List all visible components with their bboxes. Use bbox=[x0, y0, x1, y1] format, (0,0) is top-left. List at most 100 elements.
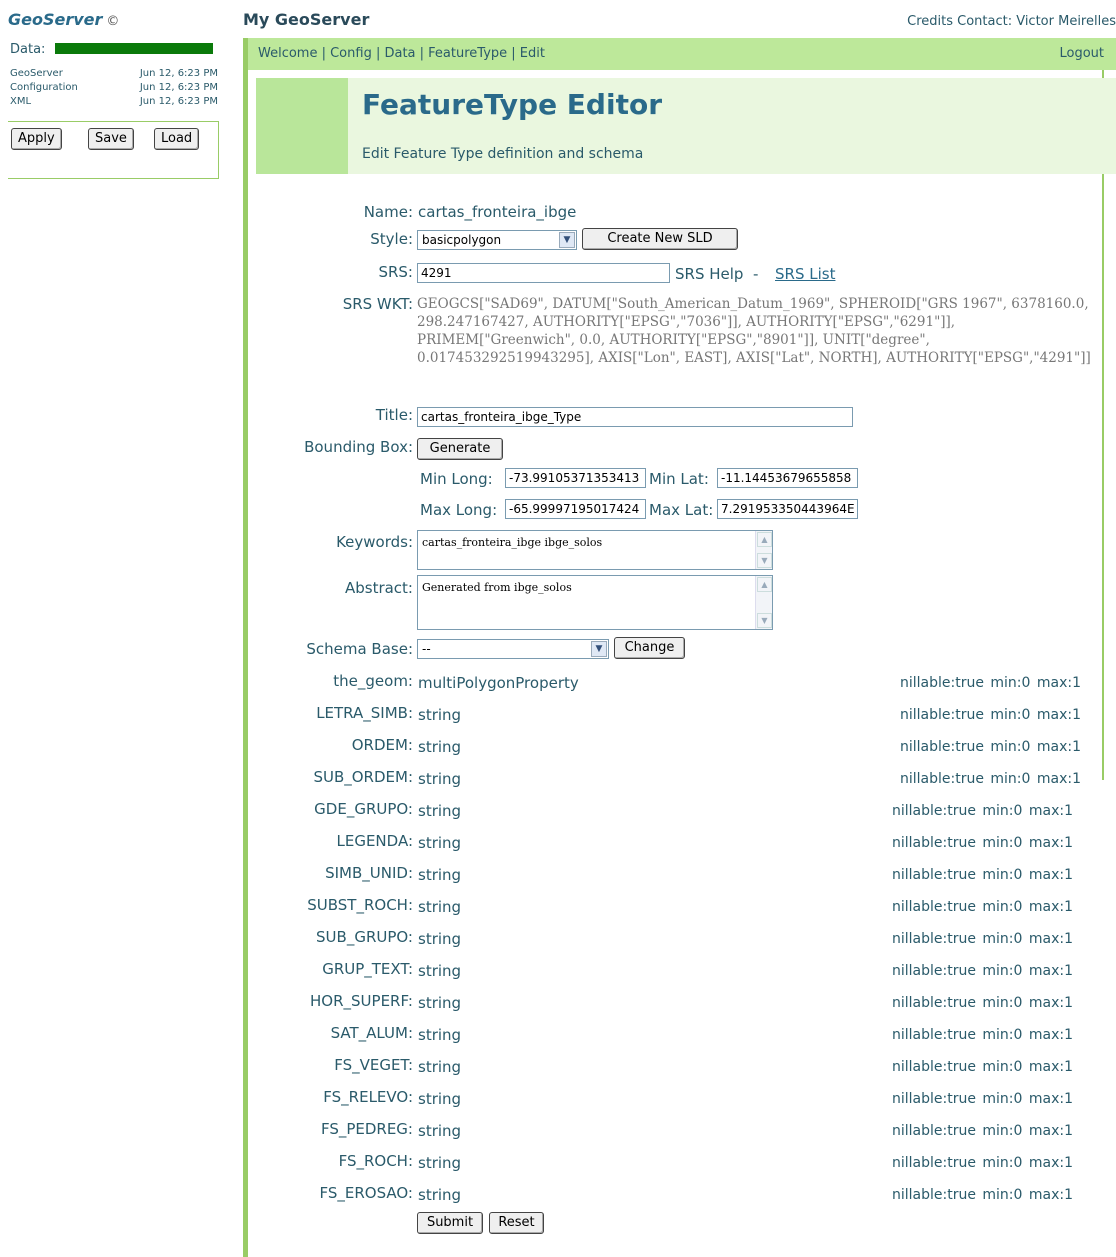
attribute-name: GDE_GRUPO: bbox=[314, 800, 413, 818]
scroll-down-icon[interactable]: ▼ bbox=[757, 613, 772, 628]
attribute-type: string bbox=[418, 834, 462, 852]
page-subtitle: Edit Feature Type definition and schema bbox=[362, 146, 644, 162]
abstract-value: Generated from ibge_solos bbox=[422, 581, 572, 594]
attribute-meta: nillable:true min:0 max:1 bbox=[892, 803, 1074, 819]
attribute-type: string bbox=[418, 1186, 462, 1204]
attribute-name: ORDEM: bbox=[351, 736, 413, 754]
geoserver-logo[interactable]: GeoServer © bbox=[8, 10, 119, 29]
max-lat-label: Max Lat: bbox=[649, 501, 714, 519]
abstract-scrollbar[interactable]: ▲ ▼ bbox=[755, 576, 772, 629]
generate-button[interactable]: Generate bbox=[417, 438, 503, 460]
status-label: XML bbox=[10, 96, 32, 107]
srs-help-link[interactable]: SRS Help bbox=[675, 265, 743, 283]
page-title: FeatureType Editor bbox=[362, 88, 663, 121]
attribute-name: FS_RELEVO: bbox=[323, 1088, 413, 1106]
change-button[interactable]: Change bbox=[614, 637, 685, 659]
name-label: Name: bbox=[363, 203, 413, 221]
name-value: cartas_fronteira_ibge bbox=[418, 203, 577, 221]
chevron-down-icon: ▼ bbox=[559, 232, 575, 248]
status-time: Jun 12, 6:23 PM bbox=[139, 82, 218, 93]
attribute-name: GRUP_TEXT: bbox=[322, 960, 413, 978]
attribute-name: HOR_SUPERF: bbox=[310, 992, 413, 1010]
abstract-textarea[interactable]: Generated from ibge_solos ▲ ▼ bbox=[417, 575, 773, 630]
style-select[interactable]: basicpolygon ▼ bbox=[417, 230, 577, 250]
attribute-name: LEGENDA: bbox=[336, 832, 414, 850]
attribute-meta: nillable:true min:0 max:1 bbox=[892, 835, 1074, 851]
data-label: Data: bbox=[10, 42, 46, 57]
title-input[interactable] bbox=[417, 407, 853, 427]
attribute-name: SUBST_ROCH: bbox=[307, 896, 413, 914]
min-lat-label: Min Lat: bbox=[649, 470, 709, 488]
keywords-value: cartas_fronteira_ibge ibge_solos bbox=[422, 536, 603, 549]
attribute-type: string bbox=[418, 994, 462, 1012]
attribute-name: SUB_GRUPO: bbox=[316, 928, 413, 946]
keywords-textarea[interactable]: cartas_fronteira_ibge ibge_solos ▲ ▼ bbox=[417, 530, 773, 570]
status-time: Jun 12, 6:23 PM bbox=[139, 96, 218, 107]
attribute-meta: nillable:true min:0 max:1 bbox=[892, 1123, 1074, 1139]
schema-base-select[interactable]: -- ▼ bbox=[417, 639, 609, 659]
breadcrumb[interactable]: Welcome | Config | Data | FeatureType | … bbox=[258, 46, 545, 61]
attribute-name: SUB_ORDEM: bbox=[313, 768, 413, 786]
attribute-type: string bbox=[418, 1154, 462, 1172]
content-frame-right bbox=[1102, 70, 1104, 780]
keywords-label: Keywords: bbox=[336, 533, 413, 551]
attribute-type: string bbox=[418, 962, 462, 980]
apply-button[interactable]: Apply bbox=[11, 128, 62, 150]
srs-list-link[interactable]: SRS List bbox=[775, 265, 835, 283]
attribute-meta: nillable:true min:0 max:1 bbox=[892, 1059, 1074, 1075]
attribute-name: FS_VEGET: bbox=[334, 1056, 413, 1074]
logo-text: GeoServer bbox=[8, 10, 103, 29]
copyright-icon: © bbox=[106, 14, 120, 29]
reset-button[interactable]: Reset bbox=[489, 1212, 544, 1234]
attribute-type: string bbox=[418, 898, 462, 916]
attribute-type: string bbox=[418, 866, 462, 884]
attribute-meta: nillable:true min:0 max:1 bbox=[892, 899, 1074, 915]
attribute-name: the_geom: bbox=[333, 672, 413, 690]
status-label: Configuration bbox=[10, 82, 78, 93]
attribute-meta: nillable:true min:0 max:1 bbox=[892, 931, 1074, 947]
attribute-meta: nillable:true min:0 max:1 bbox=[892, 995, 1074, 1011]
attribute-type: string bbox=[418, 1090, 462, 1108]
attribute-type: string bbox=[418, 738, 462, 756]
max-lat-input[interactable] bbox=[717, 499, 858, 519]
scroll-up-icon[interactable]: ▲ bbox=[757, 577, 772, 592]
min-long-input[interactable] bbox=[505, 468, 646, 488]
attribute-type: string bbox=[418, 706, 462, 724]
status-time: Jun 12, 6:23 PM bbox=[139, 68, 218, 79]
attribute-meta: nillable:true min:0 max:1 bbox=[892, 867, 1074, 883]
attribute-meta: nillable:true min:0 max:1 bbox=[892, 1155, 1074, 1171]
scroll-up-icon[interactable]: ▲ bbox=[757, 532, 772, 547]
srs-label: SRS: bbox=[378, 263, 413, 281]
scroll-down-icon[interactable]: ▼ bbox=[757, 553, 772, 568]
load-button[interactable]: Load bbox=[154, 128, 200, 150]
logout-link[interactable]: Logout bbox=[1059, 46, 1104, 61]
attribute-name: FS_ROCH: bbox=[338, 1152, 413, 1170]
attribute-meta: nillable:true min:0 max:1 bbox=[892, 1027, 1074, 1043]
attribute-type: string bbox=[418, 802, 462, 820]
schema-base-value: -- bbox=[422, 642, 431, 656]
attribute-meta: nillable:true min:0 max:1 bbox=[900, 739, 1082, 755]
srs-input[interactable] bbox=[417, 263, 670, 283]
submit-button[interactable]: Submit bbox=[417, 1212, 483, 1234]
attribute-name: LETRA_SIMB: bbox=[316, 704, 413, 722]
attribute-meta: nillable:true min:0 max:1 bbox=[892, 1091, 1074, 1107]
status-label: GeoServer bbox=[10, 68, 63, 79]
min-long-label: Min Long: bbox=[420, 470, 493, 488]
style-select-value: basicpolygon bbox=[422, 233, 502, 247]
create-sld-button[interactable]: Create New SLD bbox=[582, 228, 738, 250]
content-frame-left bbox=[243, 38, 248, 1257]
save-button[interactable]: Save bbox=[88, 128, 134, 150]
attribute-type: string bbox=[418, 1026, 462, 1044]
attribute-type: string bbox=[418, 1058, 462, 1076]
keywords-scrollbar[interactable]: ▲ ▼ bbox=[755, 531, 772, 569]
chevron-down-icon: ▼ bbox=[591, 641, 607, 657]
data-status-bar bbox=[55, 43, 213, 54]
credits-contact[interactable]: Credits Contact: Victor Meirelles bbox=[907, 14, 1116, 29]
max-long-input[interactable] bbox=[505, 499, 646, 519]
min-lat-input[interactable] bbox=[717, 468, 858, 488]
max-long-label: Max Long: bbox=[420, 501, 498, 519]
srs-separator: - bbox=[753, 265, 759, 283]
attribute-meta: nillable:true min:0 max:1 bbox=[900, 675, 1082, 691]
schema-base-label: Schema Base: bbox=[306, 640, 413, 658]
abstract-label: Abstract: bbox=[344, 579, 413, 597]
